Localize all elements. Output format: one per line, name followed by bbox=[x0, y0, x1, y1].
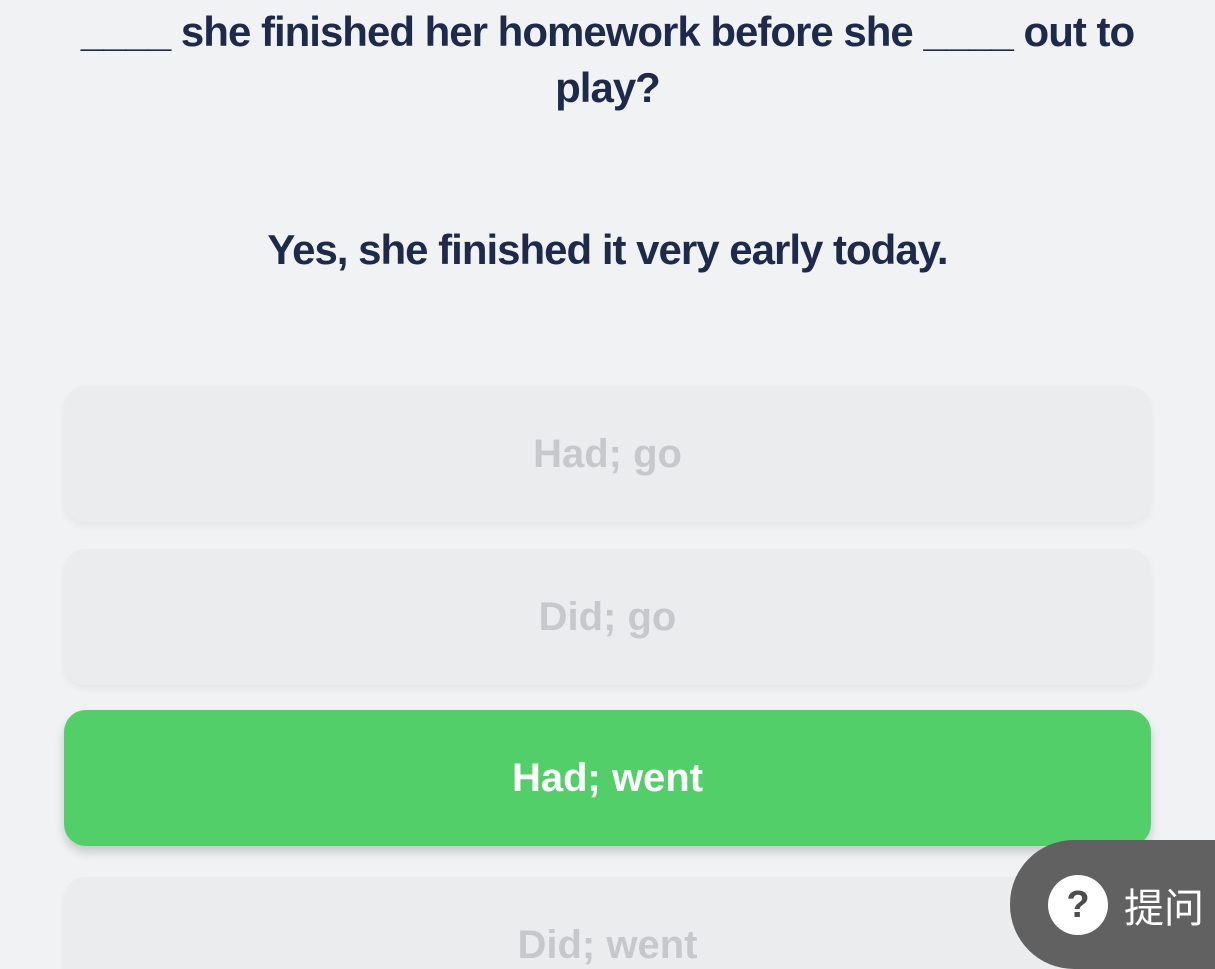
question-text: ____ she finished her homework before sh… bbox=[80, 8, 1135, 111]
answer-option-1[interactable]: Had; go bbox=[64, 386, 1151, 522]
answer-option-4[interactable]: Did; went bbox=[64, 877, 1151, 969]
question-icon: ? bbox=[1048, 874, 1108, 935]
response-sentence: Yes, she finished it very early today. bbox=[267, 226, 948, 273]
ask-button-label: 提问 bbox=[1124, 885, 1204, 932]
answer-option-2[interactable]: Did; go bbox=[64, 549, 1151, 685]
ask-question-button[interactable]: ? 提问 bbox=[1010, 840, 1215, 969]
answer-option-3[interactable]: Had; went bbox=[64, 710, 1151, 846]
